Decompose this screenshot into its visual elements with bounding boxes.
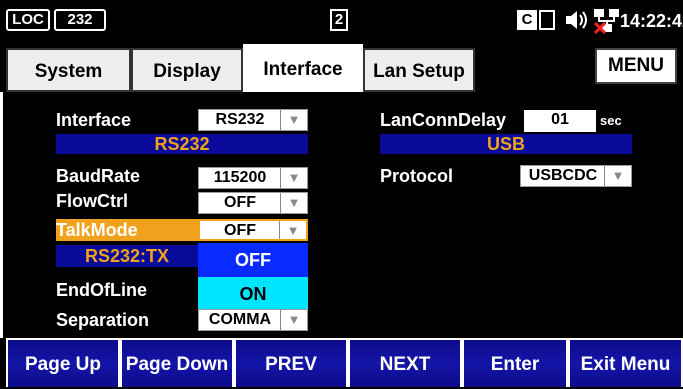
page-indicator: 2 <box>330 9 348 31</box>
chevron-down-icon: ▼ <box>280 168 307 188</box>
separation-label: Separation <box>56 310 150 330</box>
page-up-button[interactable]: Page Up <box>6 338 120 387</box>
menu-button[interactable]: MENU <box>595 48 677 84</box>
tab-lan-setup[interactable]: Lan Setup <box>363 48 475 92</box>
tab-display[interactable]: Display <box>131 48 243 92</box>
chevron-down-icon: ▼ <box>604 166 631 186</box>
talkmode-select-value: OFF <box>224 222 256 239</box>
port-indicator: 232 <box>54 9 106 31</box>
enter-button[interactable]: Enter <box>462 338 568 387</box>
dropdown-option-on[interactable]: ON <box>198 277 308 311</box>
next-button[interactable]: NEXT <box>348 338 462 387</box>
talkmode-banner: RS232:TX <box>56 245 198 267</box>
protocol-label: Protocol <box>380 166 454 186</box>
dropdown-option-off[interactable]: OFF <box>198 243 308 277</box>
tab-system[interactable]: System <box>6 48 131 92</box>
flowctrl-label: FlowCtrl <box>56 191 128 211</box>
flowctrl-select[interactable]: OFF ▼ <box>198 192 308 214</box>
lanconndelay-unit: sec <box>600 113 622 128</box>
protocol-select-value: USBCDC <box>528 167 598 184</box>
talkmode-label: TalkMode <box>56 219 198 241</box>
baudrate-select-value: 115200 <box>213 169 267 186</box>
chevron-down-icon: ▼ <box>279 221 306 239</box>
protocol-select[interactable]: USBCDC ▼ <box>520 165 632 187</box>
chevron-down-icon: ▼ <box>280 110 307 130</box>
endofline-label: EndOfLine <box>56 280 147 300</box>
ce-icon: C <box>517 10 537 30</box>
flowctrl-select-value: OFF <box>224 194 256 211</box>
network-disconnected-icon <box>592 6 622 36</box>
clock: 14:22:42 <box>620 11 683 31</box>
chevron-down-icon: ▼ <box>280 310 307 330</box>
card-icon <box>539 10 555 30</box>
interface-label: Interface <box>56 110 132 130</box>
interface-select-value: RS232 <box>215 111 265 128</box>
speaker-icon <box>562 6 592 34</box>
chevron-down-icon: ▼ <box>280 193 307 213</box>
baudrate-label: BaudRate <box>56 166 141 186</box>
page-down-button[interactable]: Page Down <box>120 338 234 387</box>
separation-select-value: COMMA <box>208 311 272 328</box>
interface-banner: RS232 <box>56 134 308 154</box>
lanconndelay-label: LanConnDelay <box>380 110 507 130</box>
exit-menu-button[interactable]: Exit Menu <box>568 338 683 387</box>
loc-indicator: LOC <box>6 9 50 31</box>
interface-select[interactable]: RS232 ▼ <box>198 109 308 131</box>
tab-interface[interactable]: Interface <box>243 44 363 92</box>
separation-select[interactable]: COMMA ▼ <box>198 309 308 331</box>
talkmode-select[interactable]: OFF ▼ <box>198 219 308 241</box>
lanconndelay-input[interactable]: 01 <box>524 110 596 132</box>
prev-button[interactable]: PREV <box>234 338 348 387</box>
baudrate-select[interactable]: 115200 ▼ <box>198 167 308 189</box>
usb-banner: USB <box>380 134 632 154</box>
